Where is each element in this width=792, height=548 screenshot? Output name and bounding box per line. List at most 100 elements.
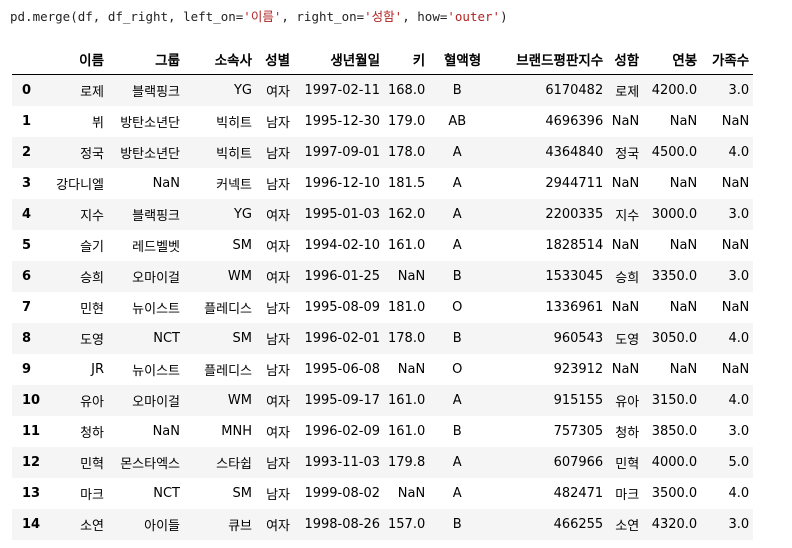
table-cell: 방탄소년단	[120, 116, 180, 131]
row-index: 0	[22, 83, 32, 98]
table-cell: 블랙핑크	[132, 85, 180, 100]
table-cell: 도영	[615, 333, 640, 348]
row-index: 3	[22, 176, 32, 191]
table-cell: 정국	[80, 147, 104, 162]
row-index: 4	[22, 207, 32, 222]
table-cell: 아이들	[144, 519, 180, 534]
table-cell: 남자	[266, 147, 290, 162]
table-cell: 1996-01-25	[304, 269, 380, 284]
table-cell: 178.0	[388, 145, 426, 160]
table-cell: 1336961	[545, 300, 604, 315]
table-cell: 소연	[80, 519, 104, 534]
table-cell: 유아	[80, 395, 104, 410]
table-cell: 4.0	[728, 486, 750, 501]
table-cell: 여자	[266, 426, 290, 441]
table-cell: WM	[227, 269, 252, 284]
table-cell: 3050.0	[651, 331, 698, 346]
table-cell: 161.0	[388, 424, 426, 439]
code-how-string: 'outer'	[447, 9, 501, 24]
row-index: 8	[22, 331, 32, 346]
table-cell: 남자	[266, 178, 290, 193]
table-cell: 168.0	[388, 83, 426, 98]
table-cell: B	[452, 269, 462, 284]
table-cell: 지수	[615, 209, 640, 224]
table-row: 10 유아 오마이걸 WM 여자 1995-09-17 161.0 A 915155 유아 3150…	[12, 385, 754, 416]
table-cell: 플레디스	[204, 302, 252, 317]
column-header: 연봉	[643, 43, 702, 75]
table-cell: NaN	[721, 114, 750, 129]
dataframe-table: 이름 그룹 소속사 성별 생년월일 키 혈액형 브랜드평판지수 성함 연봉 가족수 0 로제 블랙핑크 Y…	[12, 43, 754, 540]
table-row: 5 슬기 레드벨벳 SM 여자 1994-02-10 161.0 A 1828514 NaN NaN…	[12, 230, 753, 261]
table-cell: 4364840	[545, 145, 604, 160]
table-cell: 3500.0	[651, 486, 698, 501]
table-cell: 여자	[266, 271, 290, 286]
table-cell: NaN	[669, 114, 698, 129]
table-cell: NaN	[152, 176, 180, 191]
table-cell: 3350.0	[651, 269, 698, 284]
row-index: 7	[22, 300, 32, 315]
table-cell: 2200335	[545, 207, 604, 222]
table-cell: 민혁	[80, 457, 104, 472]
table-row: 1 뷔 방탄소년단 빅히트 남자 1995-12-30 179.0 AB 4696396 NaN N…	[12, 106, 753, 137]
table-row: 9 JR 뉴이스트 플레디스 남자 1995-06-08 NaN O 923912 NaN NaN N…	[12, 354, 753, 385]
table-cell: A	[452, 238, 462, 253]
table-cell: 뉴이스트	[132, 302, 180, 317]
table-cell: 161.0	[388, 393, 426, 408]
header-row: 이름 그룹 소속사 성별 생년월일 키 혈액형 브랜드평판지수 성함 연봉 가족수	[12, 43, 754, 75]
table-cell: 162.0	[388, 207, 426, 222]
row-index: 12	[22, 455, 41, 470]
table-cell: 179.8	[388, 455, 426, 470]
table-cell: 뉴이스트	[132, 364, 180, 379]
table-cell: 오마이걸	[132, 271, 180, 286]
table-cell: 남자	[266, 488, 290, 503]
table-cell: 마크	[615, 488, 640, 503]
table-cell: 정국	[615, 147, 640, 162]
table-cell: 3.0	[728, 83, 750, 98]
table-cell: 오마이걸	[132, 395, 180, 410]
column-header: 혈액형	[429, 43, 486, 75]
table-cell: 청하	[615, 426, 640, 441]
table-cell: 청하	[80, 426, 104, 441]
table-cell: 4.0	[728, 331, 750, 346]
table-cell: 여자	[266, 85, 290, 100]
table-cell: SM	[232, 238, 252, 253]
table-cell: 남자	[266, 302, 290, 317]
table-cell: 레드벨벳	[132, 240, 180, 255]
table-cell: NaN	[721, 362, 750, 377]
column-header: 성함	[607, 43, 644, 75]
table-cell: YG	[233, 207, 252, 222]
table-cell: 스타쉽	[216, 457, 252, 472]
table-cell: 4500.0	[651, 145, 698, 160]
row-index: 11	[22, 424, 41, 439]
table-cell: 1997-09-01	[304, 145, 380, 160]
table-cell: 플레디스	[204, 364, 252, 379]
table-cell: 181.5	[388, 176, 426, 191]
row-index: 13	[22, 486, 41, 501]
table-cell: 블랙핑크	[132, 209, 180, 224]
table-cell: NaN	[669, 176, 698, 191]
code-sep-2: , how=	[402, 9, 448, 24]
table-cell: 161.0	[388, 238, 426, 253]
row-index: 2	[22, 145, 32, 160]
table-cell: NaN	[397, 486, 426, 501]
table-cell: 큐브	[228, 519, 252, 534]
table-cell: 남자	[266, 333, 290, 348]
table-cell: 빅히트	[216, 147, 252, 162]
table-cell: WM	[227, 393, 252, 408]
table-body: 0 로제 블랙핑크 YG 여자 1997-02-11 168.0 B 6170482 로제 4200…	[12, 74, 754, 540]
table-cell: 슬기	[80, 240, 104, 255]
table-cell: 179.0	[388, 114, 426, 129]
table-cell: 여자	[266, 209, 290, 224]
table-cell: 민현	[80, 302, 104, 317]
table-cell: A	[452, 455, 462, 470]
table-cell: NaN	[397, 362, 426, 377]
table-cell: NaN	[721, 176, 750, 191]
table-cell: NaN	[669, 362, 698, 377]
table-cell: 1997-02-11	[304, 83, 380, 98]
table-cell: 4696396	[545, 114, 604, 129]
table-cell: 여자	[266, 519, 290, 534]
row-index: 10	[22, 393, 41, 408]
table-row: 3 강다니엘 NaN 커넥트 남자 1996-12-10 181.5 A 2944711 NaN N…	[12, 168, 753, 199]
table-cell: B	[452, 424, 462, 439]
table-cell: 915155	[553, 393, 604, 408]
